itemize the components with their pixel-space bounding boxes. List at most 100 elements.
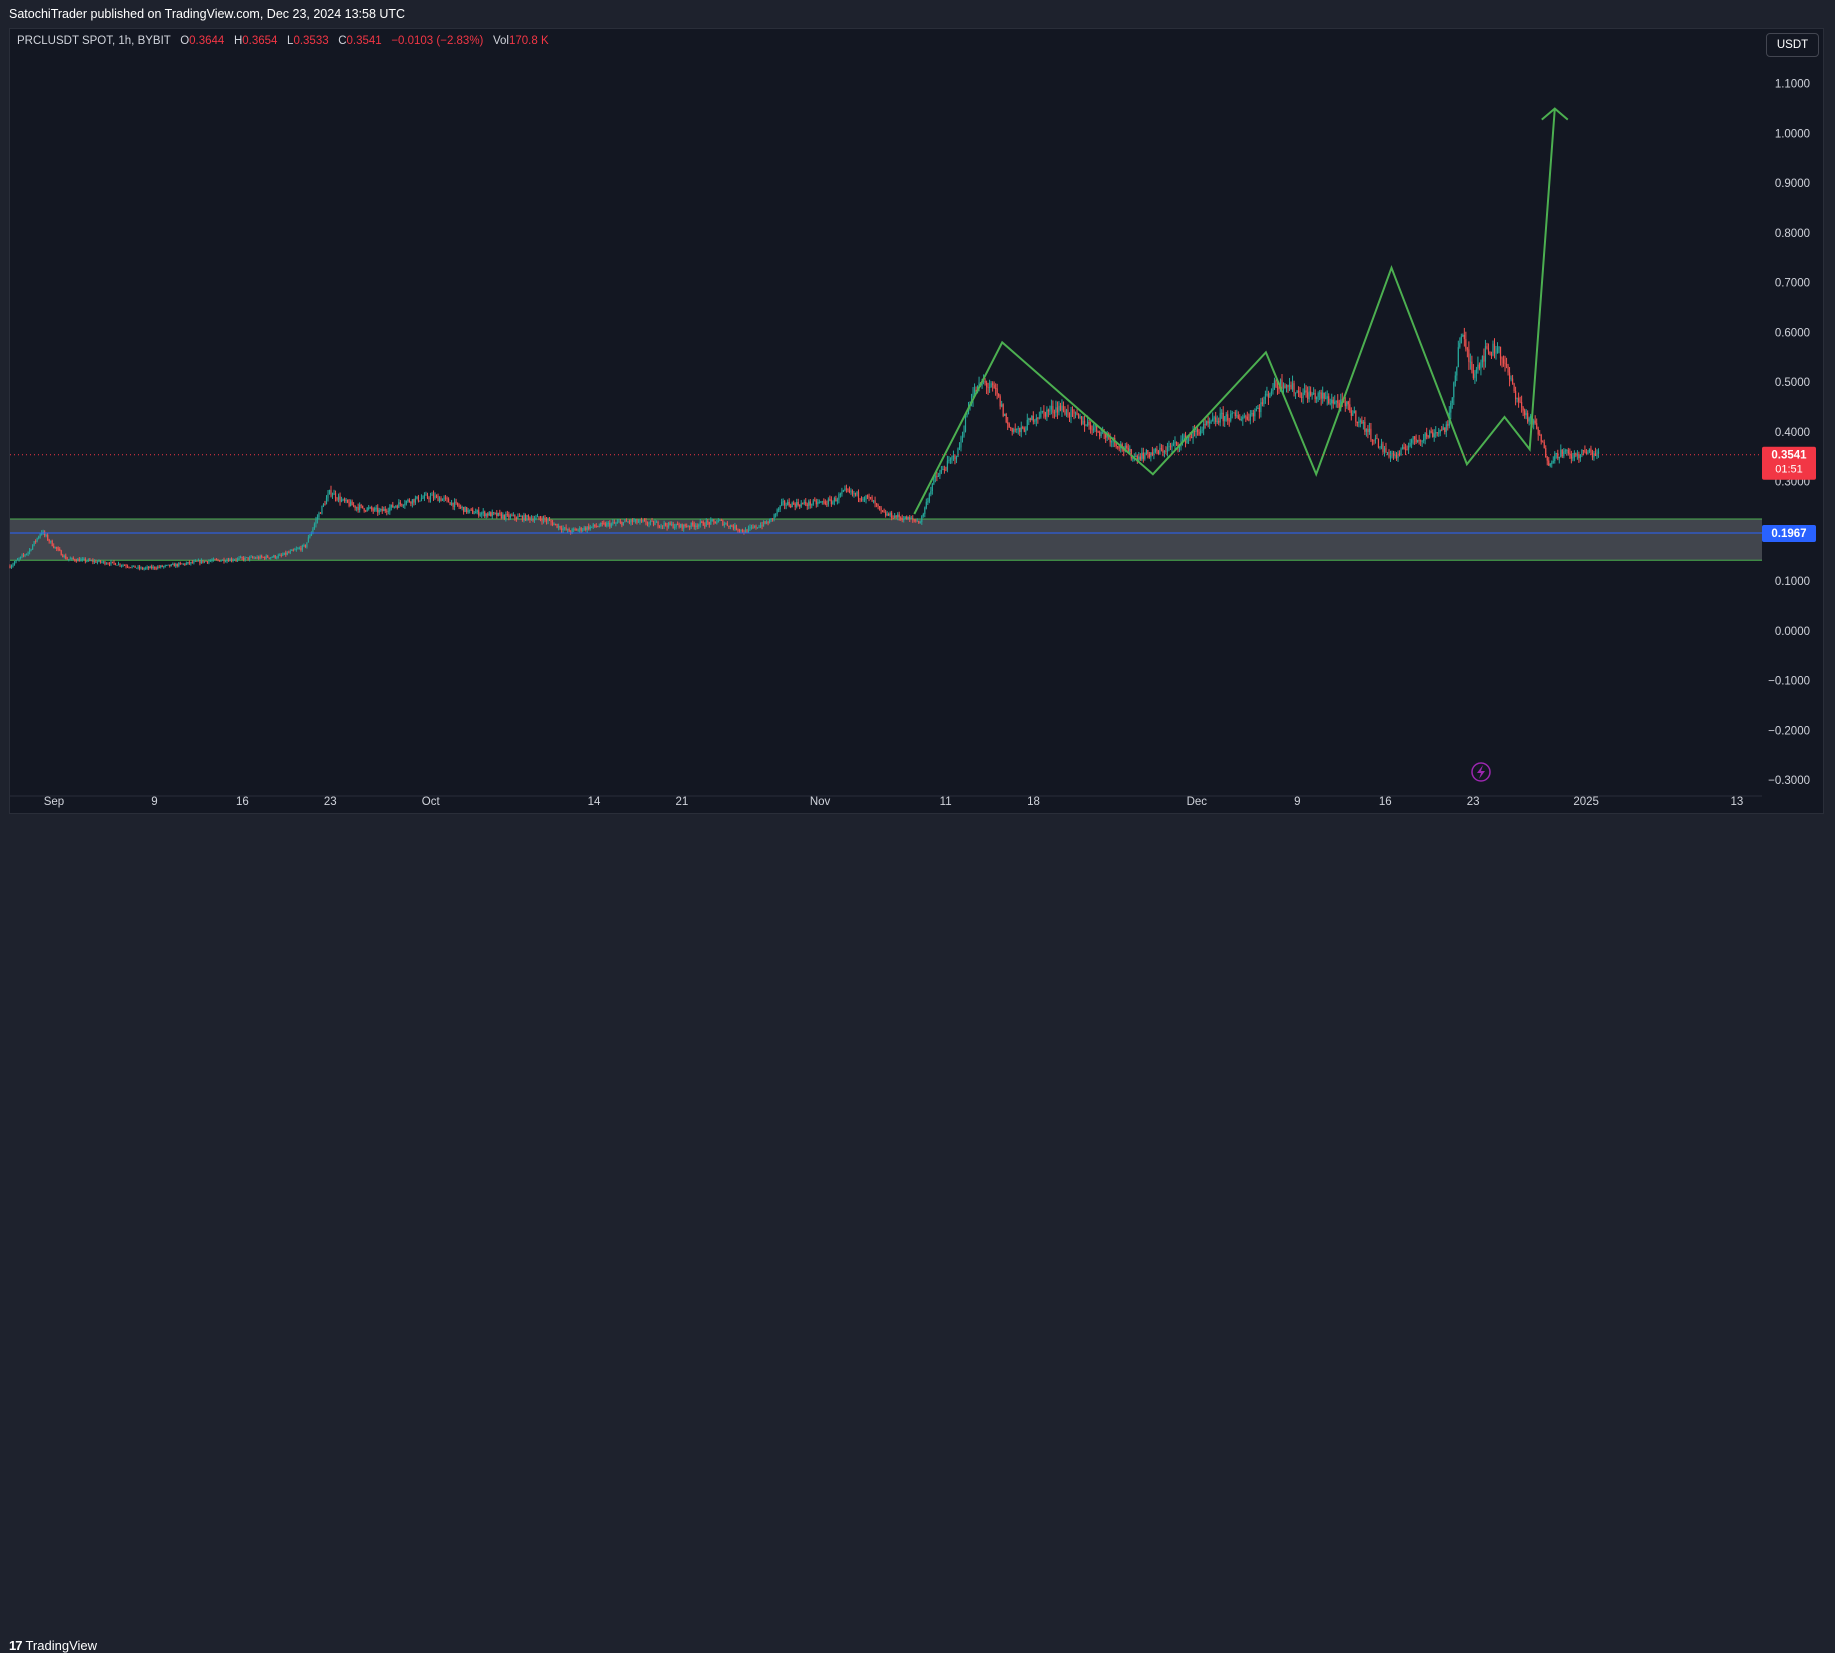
candle xyxy=(1002,404,1004,416)
horizontal-level-label: 0.1967 xyxy=(1771,528,1806,540)
candle xyxy=(1560,449,1562,457)
candle xyxy=(1454,375,1456,383)
candle xyxy=(1400,449,1402,455)
candle xyxy=(51,540,53,547)
candle xyxy=(1383,448,1386,452)
candle xyxy=(1246,416,1248,420)
x-tick-label: Oct xyxy=(422,796,441,808)
candle xyxy=(285,552,287,555)
candle xyxy=(680,524,682,527)
candle xyxy=(243,558,245,560)
candle xyxy=(954,455,956,460)
candle xyxy=(722,520,724,526)
candle xyxy=(768,519,771,524)
y-tick-label: −0.3000 xyxy=(1768,775,1810,787)
candle xyxy=(649,520,652,523)
candle xyxy=(990,383,992,388)
legend-symbol[interactable]: PRCLUSDT SPOT, 1h, BYBIT xyxy=(17,35,171,47)
candle xyxy=(386,510,388,512)
candle xyxy=(726,523,728,526)
candle xyxy=(842,490,845,492)
candle xyxy=(520,516,522,517)
candle xyxy=(1074,412,1077,414)
candle xyxy=(1388,452,1390,457)
candle xyxy=(811,504,813,506)
candle xyxy=(640,520,643,521)
support-zone[interactable] xyxy=(10,518,1762,561)
candle xyxy=(668,522,670,528)
candle xyxy=(545,519,548,522)
candle xyxy=(270,557,272,559)
candle xyxy=(1585,452,1588,455)
candle xyxy=(1288,384,1291,388)
candle xyxy=(985,382,988,388)
candle xyxy=(267,555,269,558)
candle xyxy=(1492,343,1494,356)
lightning-icon[interactable] xyxy=(1471,762,1491,782)
candle xyxy=(812,500,814,505)
price-chart[interactable]: 1.1000 1.0000 0.9000 0.8000 0.7000 0.6000 0.50… xyxy=(0,0,1835,849)
candle xyxy=(669,522,671,525)
candle xyxy=(1230,414,1232,421)
candle xyxy=(1406,449,1408,451)
candle xyxy=(69,558,71,560)
x-tick-label: 14 xyxy=(588,796,601,808)
currency-button[interactable]: USDT xyxy=(1766,33,1819,57)
candle xyxy=(1591,452,1594,458)
candle xyxy=(1198,431,1200,435)
candle xyxy=(1502,359,1505,364)
candle xyxy=(470,509,472,511)
candle xyxy=(428,497,430,500)
candle xyxy=(1579,454,1581,459)
candle xyxy=(576,529,578,531)
candle xyxy=(407,499,409,502)
pattern-line-projection[interactable] xyxy=(913,108,1556,515)
candle xyxy=(205,561,207,562)
candle xyxy=(291,549,293,551)
candle xyxy=(732,526,735,529)
candle xyxy=(328,490,331,494)
candle xyxy=(1493,343,1496,354)
candle xyxy=(856,492,858,495)
legend-low-value: 0.3533 xyxy=(293,35,329,47)
candle xyxy=(759,525,762,528)
candle xyxy=(904,516,906,519)
candle xyxy=(499,512,501,514)
tradingview-logo[interactable]: 17 TradingView xyxy=(9,1638,97,1653)
candle xyxy=(372,509,374,511)
candle xyxy=(342,499,344,500)
candle xyxy=(446,497,448,499)
candle xyxy=(1597,451,1600,454)
candle xyxy=(1237,415,1239,419)
candle xyxy=(131,566,133,568)
candle xyxy=(693,524,695,527)
candle xyxy=(463,507,465,513)
candle xyxy=(129,567,132,569)
candle xyxy=(657,522,659,527)
candle xyxy=(580,527,582,531)
candle xyxy=(1216,421,1218,423)
candle xyxy=(912,518,914,520)
candle xyxy=(1426,433,1428,437)
candle xyxy=(1088,421,1090,426)
candle xyxy=(146,566,148,568)
candle xyxy=(1206,421,1208,425)
candle xyxy=(615,523,617,524)
candle xyxy=(27,552,29,554)
candle xyxy=(853,492,855,494)
candle xyxy=(1311,393,1313,396)
candle xyxy=(613,522,615,524)
candle xyxy=(1091,429,1093,431)
candle xyxy=(658,526,661,528)
candle xyxy=(1450,402,1452,413)
candle xyxy=(47,535,49,540)
candle xyxy=(395,506,397,508)
candle xyxy=(883,511,885,513)
candle xyxy=(877,504,879,507)
candle xyxy=(554,523,557,525)
candle xyxy=(1163,451,1166,453)
candle xyxy=(1227,414,1229,421)
candle xyxy=(292,549,294,551)
candle xyxy=(1316,396,1318,400)
candle xyxy=(672,523,674,528)
